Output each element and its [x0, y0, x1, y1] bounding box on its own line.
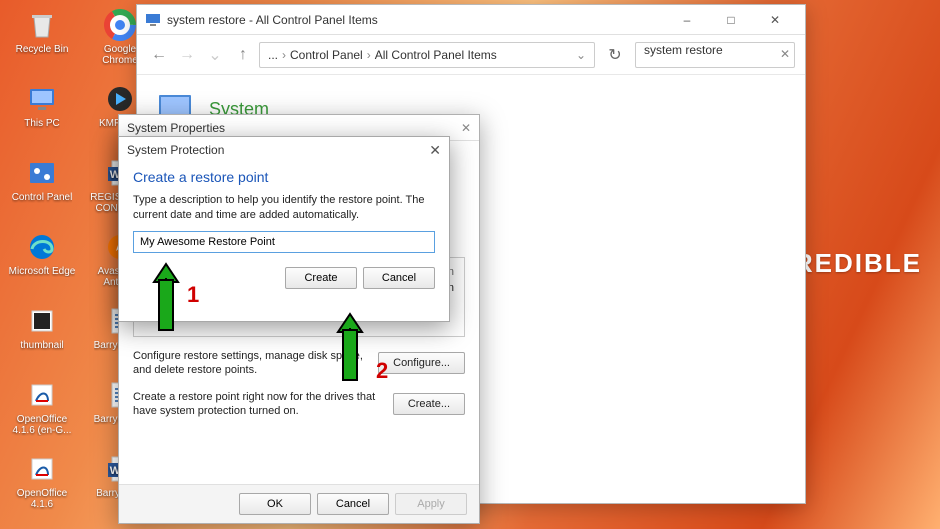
media-player-icon [100, 82, 140, 116]
desktop-icon-label: Control Panel [12, 192, 73, 203]
desktop-icon-recycle-bin[interactable]: Recycle Bin [6, 6, 78, 78]
restore-point-name-input[interactable] [133, 231, 435, 253]
configure-row: Configure restore settings, manage disk … [133, 349, 465, 378]
create-description: Create a restore point right now for the… [133, 390, 385, 419]
desktop-icon-openoffice1[interactable]: OpenOffice 4.1.6 (en-G... [6, 376, 78, 448]
apply-button: Apply [395, 493, 467, 515]
close-button[interactable]: ✕ [753, 6, 797, 34]
desktop-icon-openoffice2[interactable]: OpenOffice 4.1.6 [6, 450, 78, 522]
configure-description: Configure restore settings, manage disk … [133, 349, 370, 378]
minimize-button[interactable]: – [665, 6, 709, 34]
breadcrumb-control-panel[interactable]: Control Panel [290, 48, 363, 62]
configure-button[interactable]: Configure... [378, 352, 465, 374]
cancel-button[interactable]: Cancel [363, 267, 435, 289]
chrome-icon [100, 8, 140, 42]
chevron-right-icon: › [367, 48, 371, 62]
search-input-value: system restore [644, 43, 723, 57]
desktop-icon-label: Recycle Bin [16, 44, 69, 55]
desktop-icon-label: This PC [24, 118, 60, 129]
create-restore-point-dialog: System Protection ✕ Create a restore poi… [118, 136, 450, 322]
openoffice-icon [22, 452, 62, 486]
close-icon[interactable]: ✕ [461, 121, 471, 135]
desktop-icon-edge[interactable]: Microsoft Edge [6, 228, 78, 300]
cancel-button[interactable]: Cancel [317, 493, 389, 515]
nav-back-button[interactable]: ← [147, 43, 171, 67]
desktop-icon-label: OpenOffice 4.1.6 (en-G... [8, 414, 76, 436]
control-panel-icon [22, 156, 62, 190]
address-breadcrumb[interactable]: ... › Control Panel › All Control Panel … [259, 42, 595, 68]
explorer-title-text: system restore - All Control Panel Items [167, 13, 378, 27]
create-dialog-head: System Protection [127, 143, 224, 157]
computer-icon [22, 82, 62, 116]
chevron-right-icon: › [282, 48, 286, 62]
close-icon[interactable]: ✕ [429, 142, 441, 159]
nav-up-button[interactable]: ↑ [231, 43, 255, 67]
nav-recent-dropdown[interactable]: ⌄ [203, 43, 227, 67]
nav-forward-button[interactable]: → [175, 43, 199, 67]
ok-button[interactable]: OK [239, 493, 311, 515]
explorer-toolbar: ← → ⌄ ↑ ... › Control Panel › All Contro… [137, 35, 805, 75]
desktop-icon-thumbnail[interactable]: thumbnail [6, 302, 78, 374]
desktop-icon-label: Microsoft Edge [9, 266, 76, 277]
create-dialog-title: Create a restore point [119, 163, 449, 189]
create-dialog-titlebar[interactable]: System Protection ✕ [119, 137, 449, 163]
openoffice-icon [22, 378, 62, 412]
system-properties-footer: OK Cancel Apply [119, 484, 479, 523]
recycle-bin-icon [22, 8, 62, 42]
create-button[interactable]: Create [285, 267, 357, 289]
maximize-button[interactable]: □ [709, 6, 753, 34]
desktop-icon-control-panel[interactable]: Control Panel [6, 154, 78, 226]
search-box[interactable]: system restore ✕ [635, 42, 795, 68]
chevron-down-icon[interactable]: ⌄ [576, 48, 586, 62]
desktop-icon-this-pc[interactable]: This PC [6, 80, 78, 152]
image-file-icon [22, 304, 62, 338]
monitor-icon [145, 12, 161, 28]
desktop-icon-label: OpenOffice 4.1.6 [8, 488, 76, 510]
breadcrumb-all-items[interactable]: All Control Panel Items [375, 48, 497, 62]
desktop-icon-label: thumbnail [20, 340, 63, 351]
create-dialog-buttons: Create Cancel [119, 253, 449, 299]
create-dialog-description: Type a description to help you identify … [119, 189, 449, 231]
create-row: Create a restore point right now for the… [133, 390, 465, 419]
clear-search-button[interactable]: ✕ [780, 47, 790, 61]
system-properties-title: System Properties [127, 121, 225, 135]
breadcrumb-root[interactable]: ... [268, 48, 278, 62]
create-restore-point-button[interactable]: Create... [393, 393, 465, 415]
explorer-titlebar[interactable]: system restore - All Control Panel Items… [137, 5, 805, 35]
edge-icon [22, 230, 62, 264]
refresh-button[interactable]: ↻ [603, 43, 627, 67]
